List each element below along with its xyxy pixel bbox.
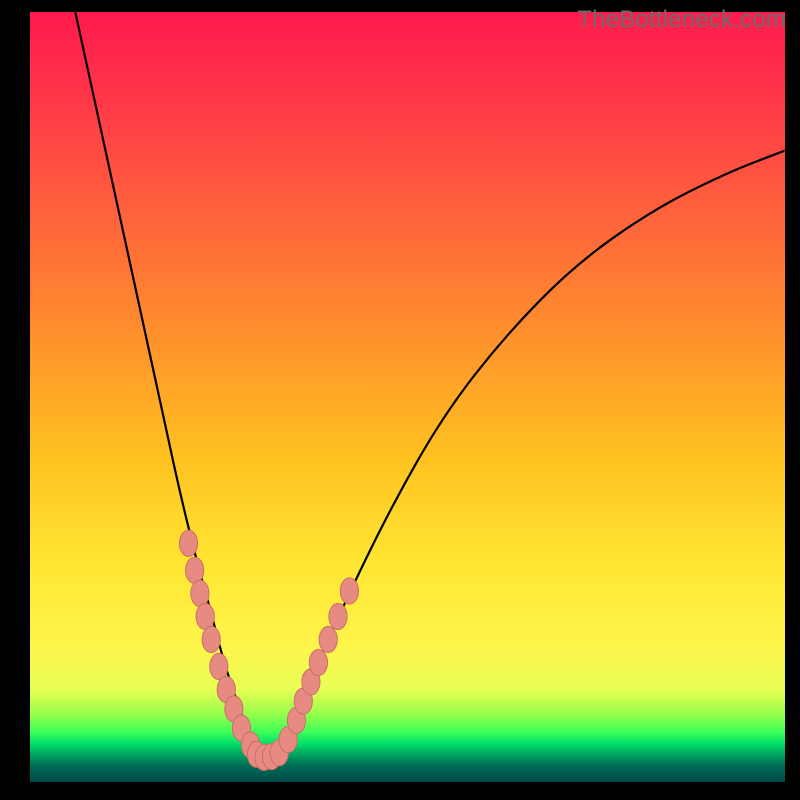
bead <box>196 603 214 629</box>
bead <box>309 650 327 676</box>
plot-area <box>30 12 785 782</box>
chart-stage: TheBottleneck.com <box>0 0 800 800</box>
bead <box>210 653 228 679</box>
bead <box>202 626 220 652</box>
bead <box>340 578 358 604</box>
bead <box>191 580 209 606</box>
bead <box>186 557 204 583</box>
bead <box>329 603 347 629</box>
bead <box>179 530 197 556</box>
bottleneck-curve <box>75 12 785 758</box>
curve-beads <box>179 530 358 770</box>
bead <box>319 626 337 652</box>
watermark-text: TheBottleneck.com <box>577 6 786 34</box>
curve-layer <box>30 12 785 782</box>
